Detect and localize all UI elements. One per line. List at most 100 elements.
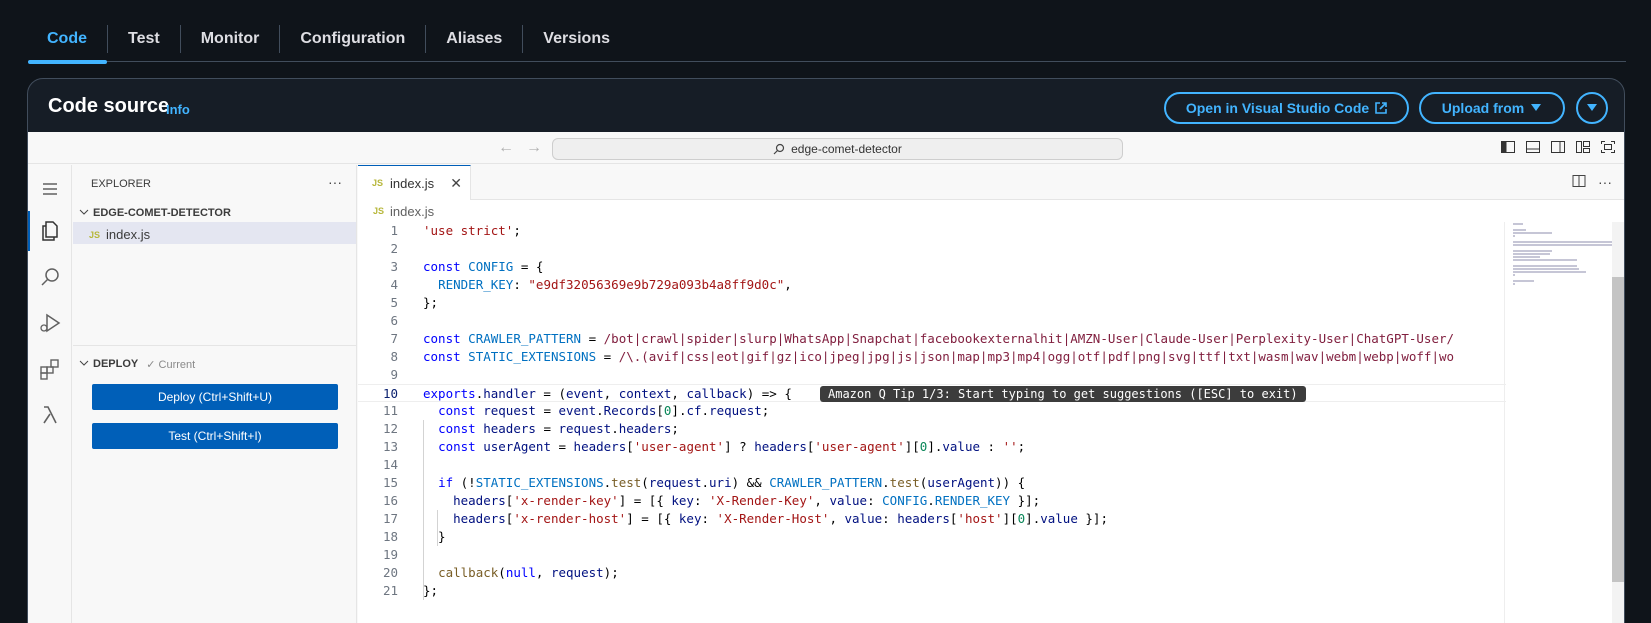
forward-arrow-icon[interactable]: → <box>526 139 554 156</box>
minimap-line <box>1513 256 1541 258</box>
code-editor[interactable]: 1 'use strict'; 2 3 const CONFIG = { 4 RENDER… <box>358 222 1506 623</box>
fullscreen-icon[interactable] <box>1600 139 1616 155</box>
code-line[interactable]: 8 const STATIC_EXTENSIONS = /\.(avif|css|… <box>358 348 1506 366</box>
line-number: 20 <box>382 565 398 580</box>
code-line[interactable]: 2 <box>358 240 1506 258</box>
extensions-icon[interactable] <box>38 357 62 381</box>
more-actions-button[interactable] <box>1576 92 1608 124</box>
line-number: 11 <box>382 403 398 418</box>
minimap-line <box>1513 229 1526 231</box>
more-actions-icon[interactable]: ··· <box>1598 174 1612 191</box>
deploy-section: DEPLOY ✓ Current Deploy (Ctrl+Shift+U) T… <box>73 345 356 449</box>
code-line[interactable]: 12 const headers = request.headers; <box>358 420 1506 438</box>
code-line[interactable]: 14 <box>358 456 1506 474</box>
code-line[interactable]: 18 } <box>358 528 1506 546</box>
panel-title: Code source <box>48 95 170 117</box>
search-icon <box>773 143 785 155</box>
line-number: 10 <box>382 386 398 401</box>
code-text: if (!STATIC_EXTENSIONS.test(request.uri)… <box>438 475 1026 490</box>
code-line[interactable]: 1 'use strict'; <box>358 222 1506 240</box>
code-line[interactable]: 7 const CRAWLER_PATTERN = /bot|crawl|spid… <box>358 330 1506 348</box>
close-icon[interactable]: ✕ <box>450 175 462 192</box>
search-icon[interactable] <box>38 265 62 289</box>
code-line[interactable]: 15 if (!STATIC_EXTENSIONS.test(request.u… <box>358 474 1506 492</box>
toggle-secondary-sidebar-icon[interactable] <box>1550 139 1566 155</box>
code-line[interactable]: 4 RENDER_KEY: "e9df32056369e9b729a093b4a… <box>358 276 1506 294</box>
caret-down-icon <box>1587 104 1597 111</box>
editor-tab-index-js[interactable]: JS index.js ✕ <box>358 165 471 200</box>
code-line[interactable]: 11 const request = event.Records[0].cf.r… <box>358 402 1506 420</box>
code-line[interactable]: 13 const userAgent = headers['user-agent… <box>358 438 1506 456</box>
tab-configuration[interactable]: Configuration <box>280 22 425 62</box>
code-line[interactable]: 17 headers['x-render-host'] = [{ key: 'X… <box>358 510 1506 528</box>
breadcrumb-file[interactable]: index.js <box>390 204 434 219</box>
deploy-status: ✓ Current <box>146 358 196 371</box>
explorer-title: EXPLORER <box>91 178 151 190</box>
customize-layout-icon[interactable] <box>1575 139 1591 155</box>
minimap-line <box>1513 253 1550 255</box>
tab-aliases[interactable]: Aliases <box>426 22 522 62</box>
tab-code[interactable]: Code <box>28 22 107 64</box>
minimap-line <box>1513 259 1577 261</box>
more-options-icon[interactable]: ··· <box>328 174 342 190</box>
deploy-header[interactable]: DEPLOY ✓ Current <box>73 350 356 374</box>
code-text: const CRAWLER_PATTERN = /bot|crawl|spide… <box>423 331 1455 346</box>
command-center-search[interactable]: edge-comet-detector <box>552 138 1123 160</box>
run-debug-icon[interactable] <box>38 311 62 335</box>
code-text: const CONFIG = { <box>423 259 544 274</box>
code-editor-ide: ←→ edge-comet-detector EXPLORER ··· EDGE… <box>28 132 1624 623</box>
line-number: 16 <box>382 493 398 508</box>
open-vscode-label: Open in Visual Studio Code <box>1185 100 1370 116</box>
line-number: 19 <box>382 547 398 562</box>
line-number: 8 <box>390 349 398 364</box>
external-link-icon <box>1375 102 1387 114</box>
line-number: 3 <box>390 259 398 274</box>
deploy-button[interactable]: Deploy (Ctrl+Shift+U) <box>92 384 338 410</box>
tab-monitor[interactable]: Monitor <box>181 22 280 62</box>
code-line[interactable]: 6 <box>358 312 1506 330</box>
explorer-files-icon[interactable] <box>28 211 62 251</box>
back-arrow-icon[interactable]: ← <box>498 139 526 156</box>
minimap-line <box>1513 244 1613 246</box>
code-line[interactable]: 19 <box>358 546 1506 564</box>
code-source-panel: Code source Info Open in Visual Studio C… <box>27 78 1625 623</box>
toggle-panel-icon[interactable] <box>1525 139 1541 155</box>
minimap-line <box>1513 223 1524 225</box>
code-line[interactable]: 3 const CONFIG = { <box>358 258 1506 276</box>
line-number: 12 <box>382 421 398 436</box>
code-line[interactable]: 20 callback(null, request); <box>358 564 1506 582</box>
test-button[interactable]: Test (Ctrl+Shift+I) <box>92 423 338 449</box>
code-line[interactable]: 10 exports.handler = (event, context, cal… <box>358 384 1506 402</box>
editor-tabs: JS index.js ✕ ··· <box>358 165 1624 200</box>
minimap[interactable] <box>1504 222 1613 623</box>
line-number: 1 <box>390 223 398 238</box>
code-line[interactable]: 16 headers['x-render-key'] = [{ key: 'X-… <box>358 492 1506 510</box>
code-line[interactable]: 9 <box>358 366 1506 384</box>
tab-versions[interactable]: Versions <box>523 22 630 62</box>
code-line[interactable]: 21}; <box>358 582 1506 600</box>
upload-from-button[interactable]: Upload from <box>1419 92 1565 124</box>
line-number: 13 <box>382 439 398 454</box>
layout-controls <box>1500 139 1616 155</box>
code-line[interactable]: 5}; <box>358 294 1506 312</box>
file-item-index-js[interactable]: JS index.js <box>73 222 356 244</box>
chevron-down-icon <box>79 207 89 220</box>
code-text: headers['x-render-key'] = [{ key: 'X-Ren… <box>453 493 1041 508</box>
folder-section[interactable]: EDGE-COMET-DETECTOR <box>73 200 356 222</box>
line-number: 6 <box>390 313 398 328</box>
editor-area: JS index.js ✕ ··· JS index.js 1 'use stri… <box>358 165 1624 623</box>
line-number: 2 <box>390 241 398 256</box>
open-vscode-button[interactable]: Open in Visual Studio Code <box>1164 92 1409 124</box>
code-text: const request = event.Records[0].cf.requ… <box>438 403 770 418</box>
lambda-icon[interactable] <box>38 403 62 427</box>
hamburger-menu-icon[interactable] <box>38 177 62 201</box>
toggle-primary-sidebar-icon[interactable] <box>1500 139 1516 155</box>
activity-bar <box>28 165 72 623</box>
editor-scrollbar[interactable] <box>1612 222 1624 623</box>
info-link[interactable]: Info <box>166 102 190 117</box>
split-editor-icon[interactable] <box>1572 174 1586 191</box>
code-text: } <box>423 529 446 544</box>
minimap-line <box>1513 232 1553 234</box>
scrollbar-thumb[interactable] <box>1612 277 1624 582</box>
tab-test[interactable]: Test <box>108 22 180 62</box>
